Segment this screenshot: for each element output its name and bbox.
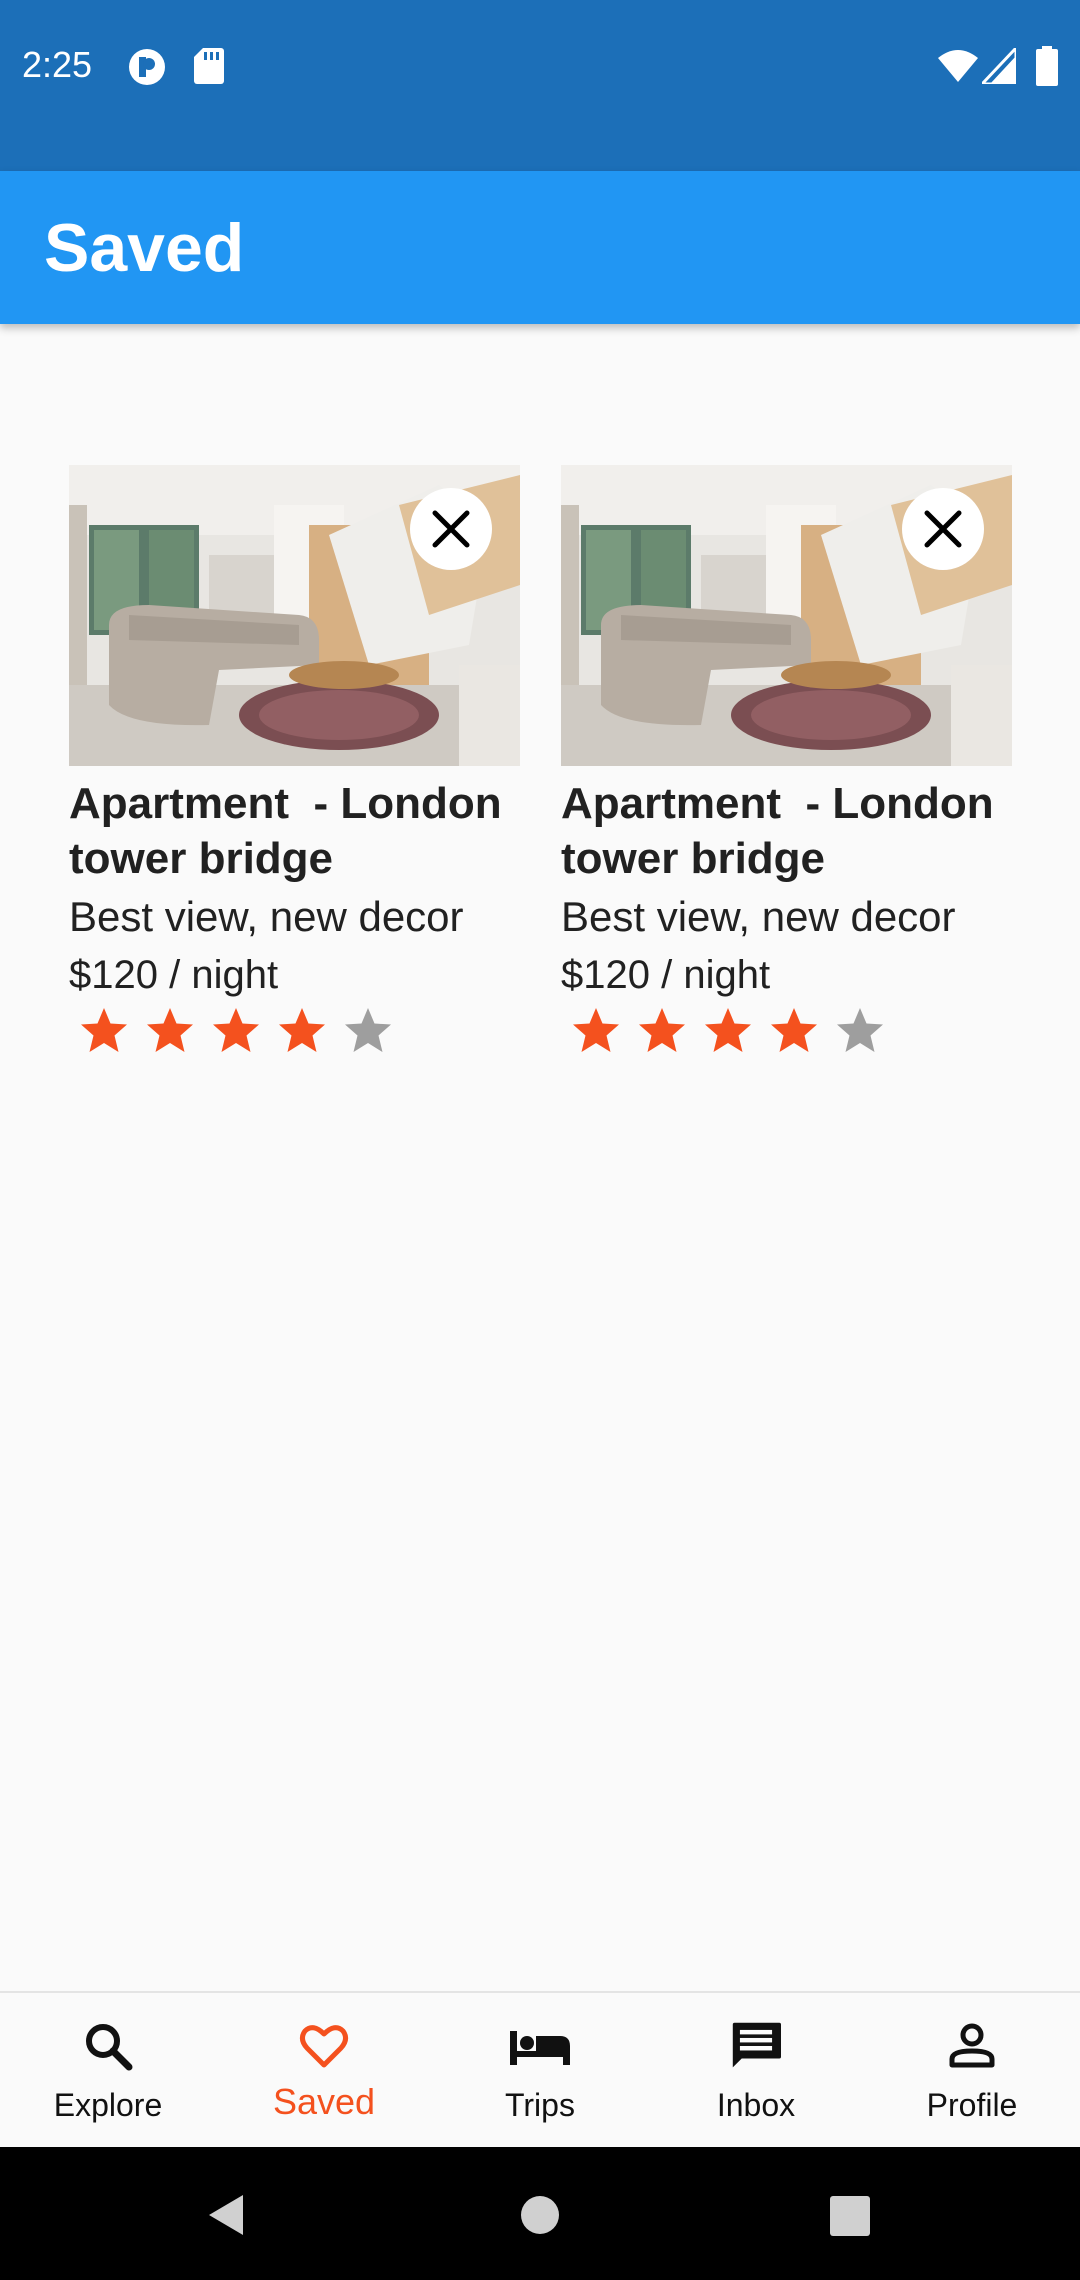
rating-stars <box>69 1005 520 1065</box>
nav-label: Explore <box>53 2087 163 2123</box>
app-notification-icon <box>128 48 166 91</box>
star-filled-icon <box>573 1008 619 1052</box>
nav-item-inbox[interactable]: Inbox <box>648 1993 864 2149</box>
wifi-icon <box>938 48 978 89</box>
person-icon <box>949 2023 995 2068</box>
message-icon <box>732 2022 781 2068</box>
nav-label: Saved <box>272 2081 376 2122</box>
listing-name: Apartment - London tower bridge <box>561 779 1006 883</box>
back-icon[interactable] <box>205 2193 245 2237</box>
system-nav-bar <box>0 2147 1080 2280</box>
remove-saved-button[interactable] <box>410 488 492 570</box>
remove-saved-button[interactable] <box>902 488 984 570</box>
nav-label: Inbox <box>716 2087 796 2123</box>
listing-card[interactable]: Apartment - London tower bridge Best vie… <box>69 465 520 1065</box>
status-time: 2:25 <box>22 44 93 85</box>
nav-label: Profile <box>926 2087 1018 2123</box>
battery-icon <box>1036 46 1058 91</box>
listing-name: Apartment - London tower bridge <box>69 779 514 883</box>
heart-icon <box>299 2025 349 2068</box>
nav-label: Trips <box>505 2087 575 2123</box>
star-filled-icon <box>213 1008 259 1052</box>
star-filled-icon <box>771 1008 817 1052</box>
nav-item-profile[interactable]: Profile <box>864 1993 1080 2149</box>
star-filled-icon <box>147 1008 193 1052</box>
star-filled-icon <box>639 1008 685 1052</box>
listing-card[interactable]: Apartment - London tower bridge Best vie… <box>561 465 1012 1065</box>
status-bar: 2:25 <box>0 0 1080 171</box>
star-filled-icon <box>279 1008 325 1052</box>
star-empty-icon <box>837 1008 883 1052</box>
listing-description: Best view, new decor <box>69 893 464 940</box>
star-filled-icon <box>81 1008 127 1052</box>
star-empty-icon <box>345 1008 391 1052</box>
nav-item-explore[interactable]: Explore <box>0 1993 216 2149</box>
listing-photo[interactable] <box>69 465 520 766</box>
listing-price: $120 / night <box>561 953 771 997</box>
home-icon[interactable] <box>520 2195 560 2235</box>
signal-icon <box>978 44 1018 89</box>
listing-photo[interactable] <box>561 465 1012 766</box>
rating-stars <box>561 1005 1012 1065</box>
close-icon <box>432 510 470 548</box>
listing-price: $120 / night <box>69 953 279 997</box>
nav-item-saved[interactable]: Saved <box>216 1993 432 2149</box>
sd-card-icon <box>194 48 224 89</box>
app-bar: Saved <box>0 171 1080 324</box>
nav-item-trips[interactable]: Trips <box>432 1993 648 2149</box>
close-icon <box>924 510 962 548</box>
listing-description: Best view, new decor <box>561 893 956 940</box>
search-icon <box>86 2024 133 2071</box>
bottom-navigation: Explore Saved Trips Inbox Profile <box>0 1991 1080 2149</box>
bed-icon <box>510 2031 570 2065</box>
page-title: Saved <box>44 210 245 286</box>
recents-icon[interactable] <box>829 2195 871 2237</box>
star-filled-icon <box>705 1008 751 1052</box>
